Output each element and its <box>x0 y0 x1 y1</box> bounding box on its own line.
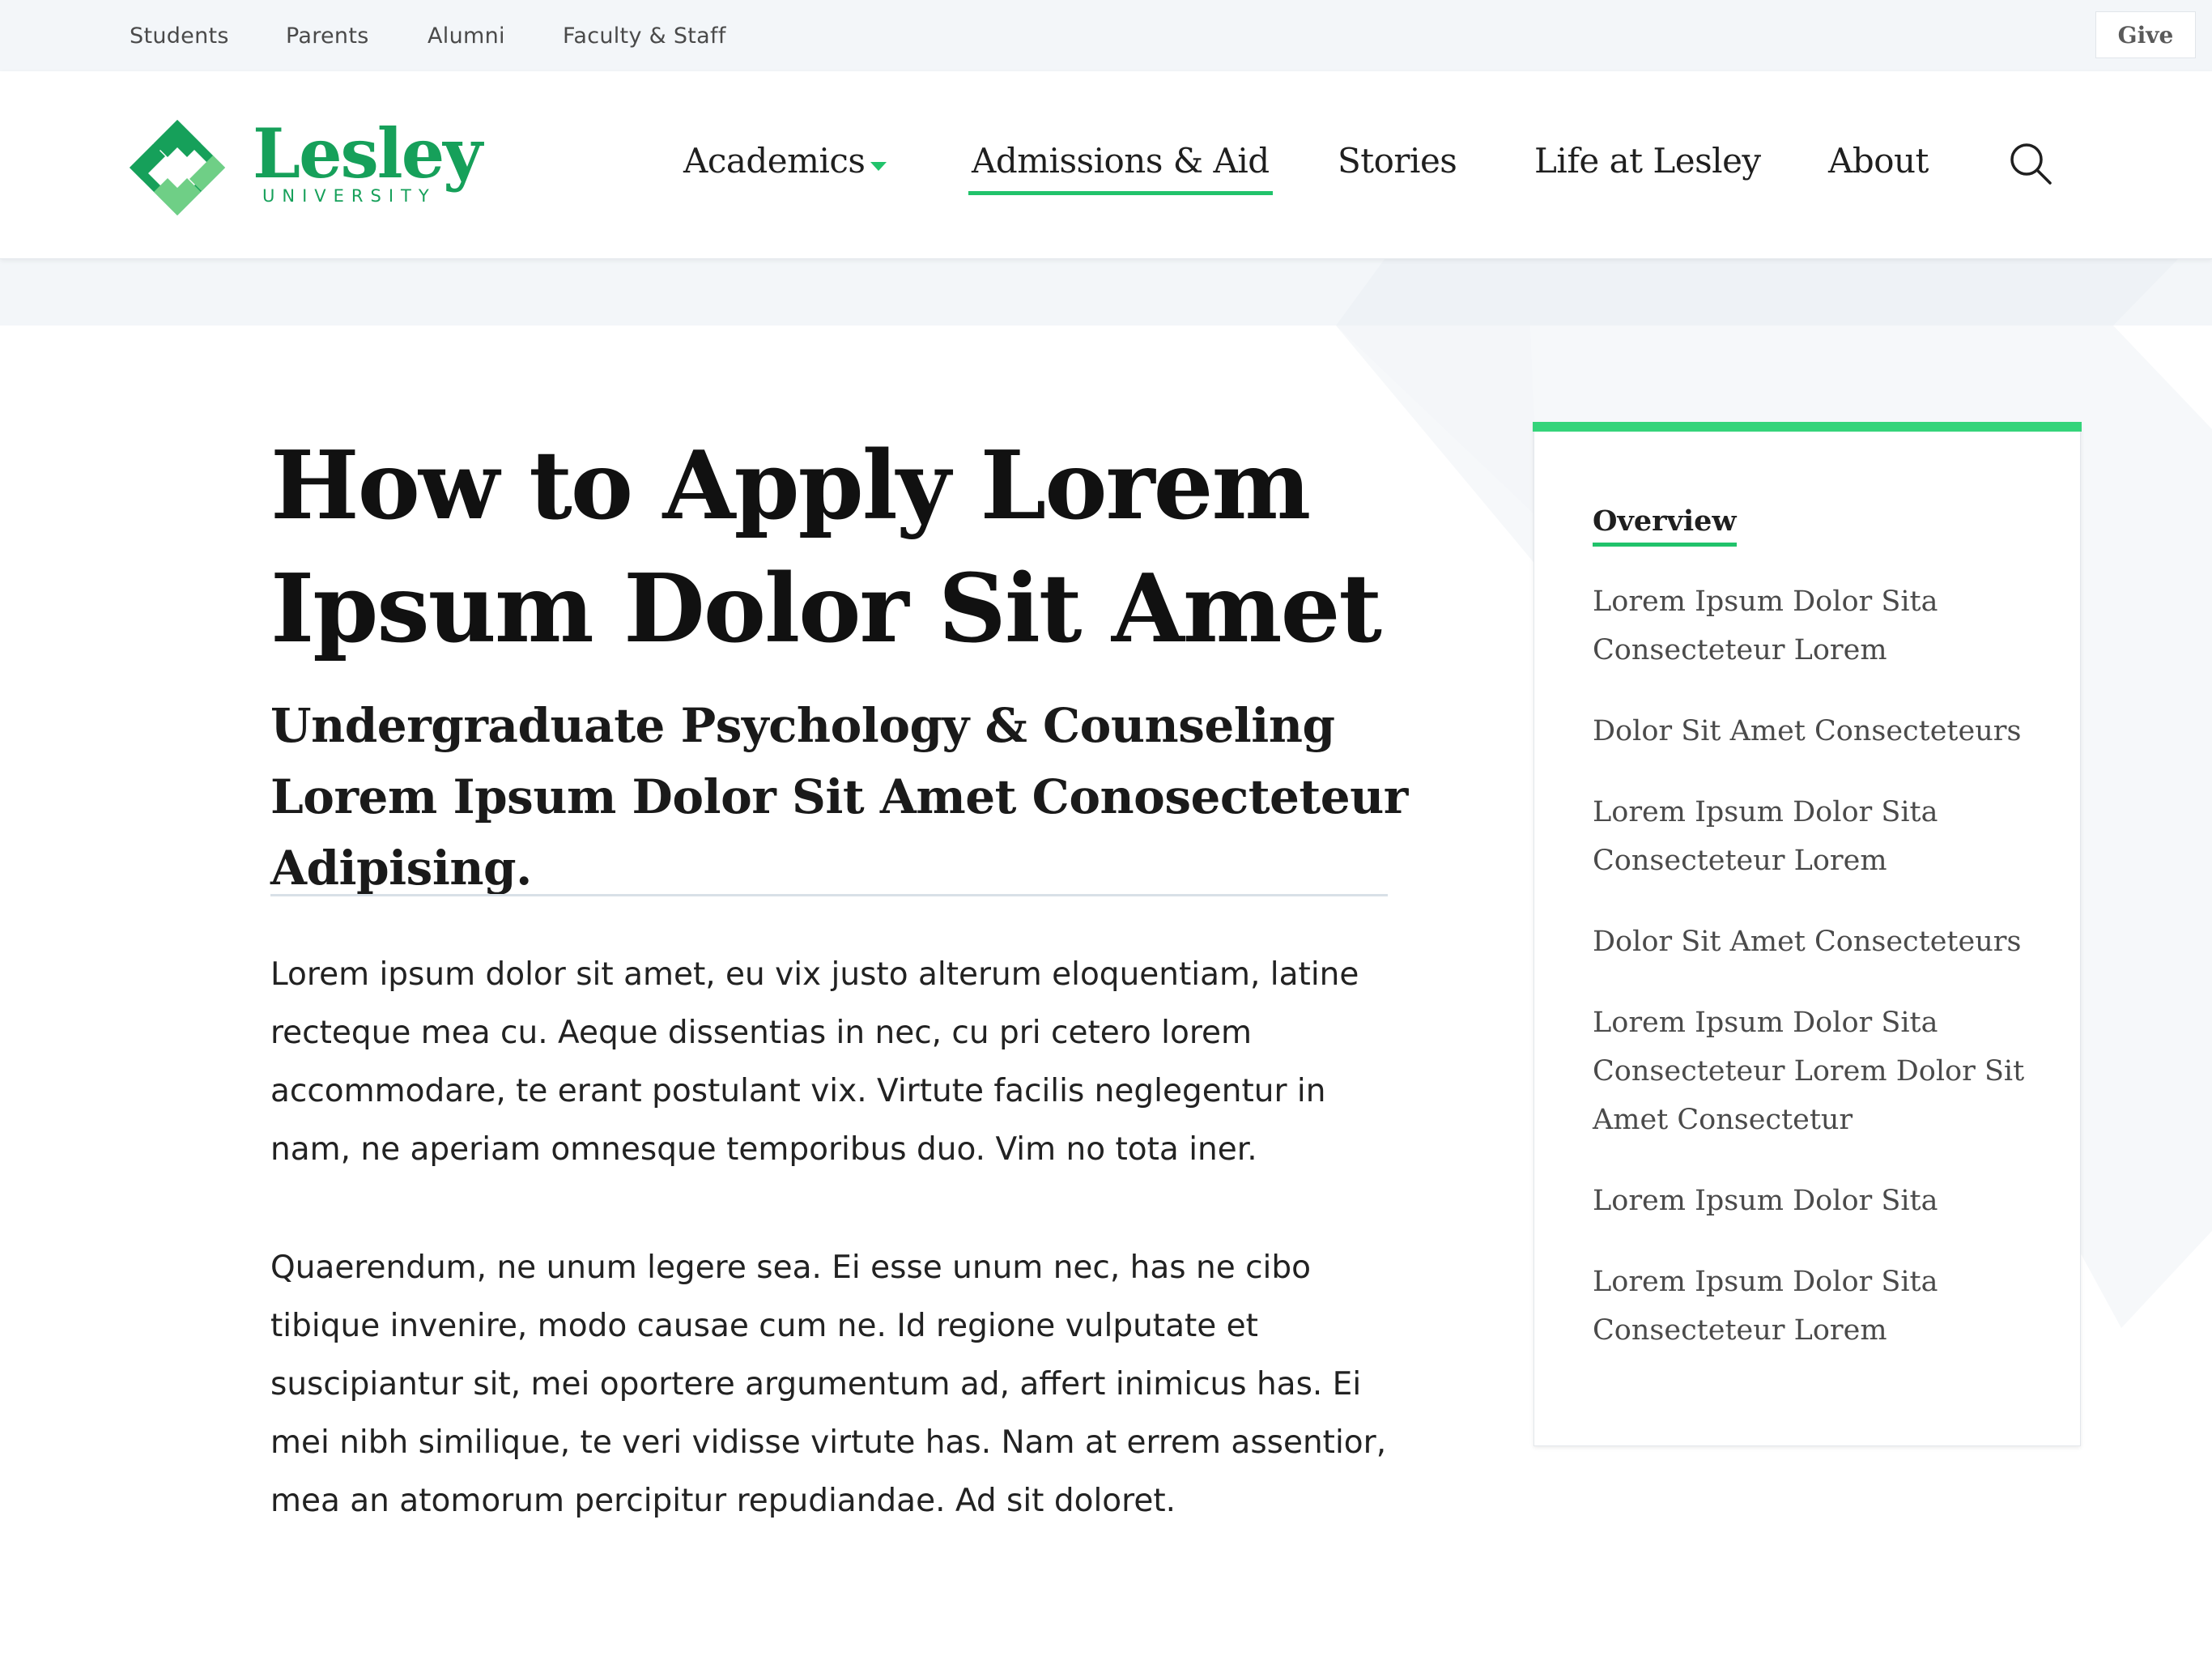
main-header: Lesley UNIVERSITY Academics Admissions &… <box>0 71 2212 259</box>
utility-link-parents[interactable]: Parents <box>286 23 369 49</box>
page-subtitle: Undergraduate Psychology & Counseling Lo… <box>270 698 1408 896</box>
sidebar-item-4[interactable]: Dolor Sit Amet Consecteteurs <box>1593 917 2046 966</box>
page-title: How to Apply Lorem Ipsum Dolor Sit Amet <box>270 431 1382 664</box>
nav-about[interactable]: About <box>1828 141 1929 181</box>
utility-link-alumni[interactable]: Alumni <box>428 23 505 49</box>
content-divider <box>270 894 1388 896</box>
sidebar-item-overview[interactable]: Overview <box>1593 504 1737 547</box>
body-paragraph-1: Lorem ipsum dolor sit amet, eu vix justo… <box>270 956 1359 1168</box>
nav-stories[interactable]: Stories <box>1338 141 1457 181</box>
sidebar-item-7[interactable]: Lorem Ipsum Dolor Sita Consecteteur Lore… <box>1593 1258 2046 1355</box>
sidebar-item-5[interactable]: Lorem Ipsum Dolor Sita Consecteteur Lore… <box>1593 998 2046 1144</box>
nav-academics[interactable]: Academics <box>683 141 866 181</box>
lesley-logo[interactable]: Lesley UNIVERSITY <box>128 113 484 215</box>
give-button[interactable]: Give <box>2095 11 2196 58</box>
sidebar-item-6[interactable]: Lorem Ipsum Dolor Sita <box>1593 1177 2046 1225</box>
lesley-logo-icon <box>130 120 225 215</box>
body-paragraph-2: Quaerendum, ne unum legere sea. Ei esse … <box>270 1249 1387 1519</box>
nav-admissions-aid[interactable]: Admissions & Aid <box>968 141 1273 195</box>
sidebar-nav: Overview Lorem Ipsum Dolor Sita Consecte… <box>1533 422 2082 1446</box>
sidebar-accent-bar <box>1533 422 2082 432</box>
sidebar-item-1[interactable]: Lorem Ipsum Dolor Sita Consecteteur Lore… <box>1593 577 2046 675</box>
utility-link-students[interactable]: Students <box>130 23 229 49</box>
search-icon[interactable] <box>2008 141 2053 186</box>
logo-subtitle: UNIVERSITY <box>262 186 436 206</box>
logo-wordmark: Lesley <box>253 113 483 194</box>
caret-down-icon[interactable] <box>870 162 887 171</box>
utility-bar: Students Parents Alumni Faculty & Staff … <box>0 0 2212 71</box>
sidebar-item-2[interactable]: Dolor Sit Amet Consecteteurs <box>1593 707 2046 756</box>
sidebar-item-3[interactable]: Lorem Ipsum Dolor Sita Consecteteur Lore… <box>1593 788 2046 885</box>
nav-life-at-lesley[interactable]: Life at Lesley <box>1534 141 1761 181</box>
utility-link-faculty-staff[interactable]: Faculty & Staff <box>563 23 726 49</box>
